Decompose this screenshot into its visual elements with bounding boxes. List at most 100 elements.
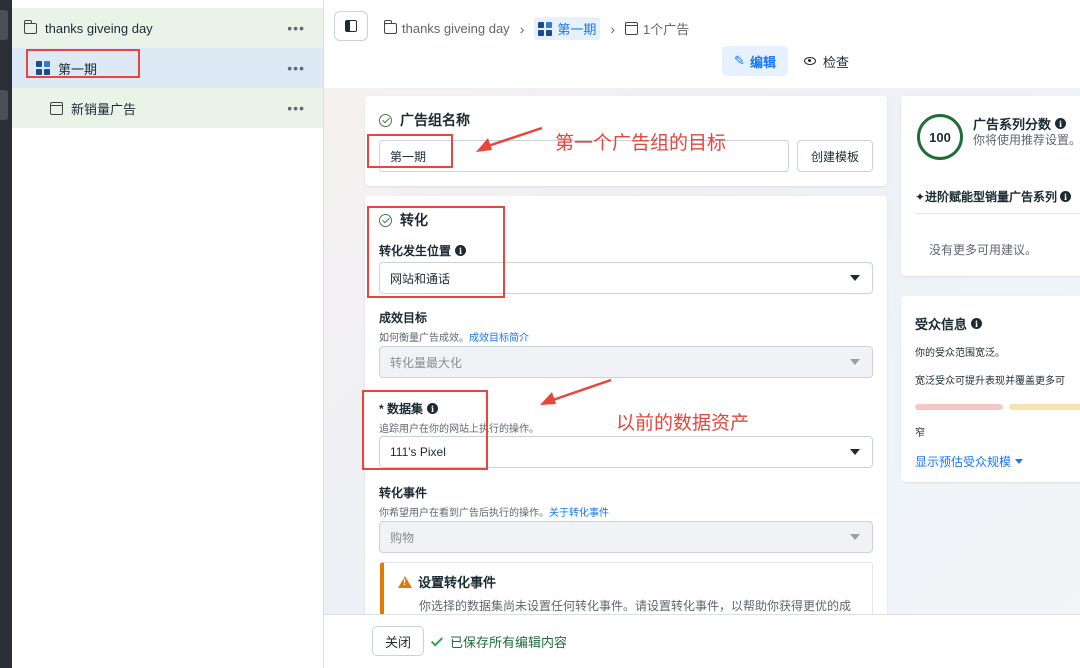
conversion-location-label: 转化发生位置 i bbox=[379, 242, 467, 259]
show-audience-size-link[interactable]: 显示预估受众规模 bbox=[915, 453, 1024, 470]
conversion-location-label-text: 转化发生位置 bbox=[379, 244, 452, 258]
audience-meter-narrow bbox=[915, 404, 1003, 410]
dataset-label-text: * 数据集 bbox=[379, 402, 424, 416]
breadcrumb-ad[interactable]: 1个广告 bbox=[625, 19, 689, 38]
warning-text: 你选择的数据集尚未设置任何转化事件。请设置转化事件，以帮助你获得更优的成 bbox=[419, 599, 852, 613]
conversion-event-label: 转化事件 bbox=[379, 486, 428, 500]
audience-narrow-label: 窄 bbox=[915, 428, 925, 439]
info-icon[interactable]: i bbox=[971, 318, 983, 329]
conversion-event-help-text: 你希望用户在看到广告后执行的操作。 bbox=[379, 508, 549, 519]
annotation-first-goal: 第一个广告组的目标 bbox=[555, 133, 727, 154]
check-circle-icon bbox=[379, 213, 392, 227]
conversion-event-warning: 设置转化事件 你选择的数据集尚未设置任何转化事件。请设置转化事件，以帮助你获得更… bbox=[380, 562, 873, 614]
top-bar: thanks giveing day › 第一期 › 1个广告 ✎ 编辑 检查 bbox=[324, 0, 1080, 88]
performance-goal-select: 转化量最大化 bbox=[379, 346, 873, 378]
more-options-icon[interactable]: ••• bbox=[287, 100, 305, 116]
rail-handle-top[interactable] bbox=[0, 10, 8, 40]
breadcrumb-campaign[interactable]: thanks giveing day bbox=[383, 20, 510, 36]
dropdown-caret-icon bbox=[850, 359, 860, 365]
score-ring: 100 bbox=[917, 114, 963, 160]
performance-goal-value: 转化量最大化 bbox=[390, 355, 463, 370]
campaign-label: thanks giveing day bbox=[45, 20, 153, 36]
performance-goal-link[interactable]: 成效目标简介 bbox=[469, 333, 529, 344]
conversion-event-value: 购物 bbox=[390, 530, 415, 545]
audience-card: 受众信息 i 你的受众范围宽泛。 宽泛受众可提升表现并覆盖更多可 窄 显示预估受… bbox=[901, 296, 1080, 482]
checkmark-icon bbox=[430, 633, 444, 647]
app-rail bbox=[0, 0, 12, 668]
show-audience-size-text: 显示预估受众规模 bbox=[915, 455, 1012, 469]
dataset-select[interactable]: 111's Pixel bbox=[379, 436, 873, 468]
audience-detail: 宽泛受众可提升表现并覆盖更多可 bbox=[915, 376, 1065, 387]
tree-item-adset[interactable]: 第一期 ••• bbox=[12, 48, 323, 88]
adset-name-value: 第一期 bbox=[390, 149, 427, 164]
conversion-location-value: 网站和通话 bbox=[390, 271, 451, 286]
conversion-event-select: 购物 bbox=[379, 521, 873, 553]
breadcrumb-adset[interactable]: 第一期 bbox=[534, 17, 601, 40]
grid-icon bbox=[36, 61, 50, 75]
info-icon[interactable]: i bbox=[1060, 191, 1072, 202]
advantage-plus-label: ✦进阶赋能型销量广告系列 i bbox=[915, 188, 1072, 205]
divider bbox=[915, 213, 1080, 214]
chevron-right-icon: › bbox=[519, 20, 525, 37]
review-mode-label: 检查 bbox=[823, 54, 850, 70]
conversion-event-help: 你希望用户在看到广告后执行的操作。关于转化事件 bbox=[379, 504, 609, 519]
dataset-value: 111's Pixel bbox=[390, 445, 446, 459]
more-options-icon[interactable]: ••• bbox=[287, 60, 305, 76]
edit-mode-label: 编辑 bbox=[749, 54, 776, 70]
conversion-title: 转化 bbox=[400, 212, 428, 228]
tree-item-ad[interactable]: 新销量广告 ••• bbox=[12, 88, 323, 128]
conversion-location-select[interactable]: 网站和通话 bbox=[379, 262, 873, 294]
info-icon[interactable]: i bbox=[455, 245, 467, 256]
tree-item-campaign[interactable]: thanks giveing day ••• bbox=[12, 8, 323, 48]
dropdown-caret-icon bbox=[850, 449, 860, 455]
create-template-button[interactable]: 创建模板 bbox=[797, 140, 873, 172]
adset-name-heading: 广告组名称 bbox=[379, 110, 470, 130]
sidebar-toggle-button[interactable] bbox=[334, 11, 368, 41]
audience-summary: 你的受众范围宽泛。 bbox=[915, 348, 1005, 359]
review-mode-button[interactable]: 检查 bbox=[804, 46, 849, 76]
campaign-score-card: 100 广告系列分数 i 你将使用推荐设置。 ✦进阶赋能型销量广告系列 i 没有… bbox=[901, 96, 1080, 276]
audience-title: 受众信息 i bbox=[915, 314, 983, 333]
performance-goal-help: 如何衡量广告成效。成效目标简介 bbox=[379, 329, 529, 344]
save-status-text: 已保存所有编辑内容 bbox=[450, 635, 568, 650]
performance-goal-help-text: 如何衡量广告成效。 bbox=[379, 333, 469, 344]
performance-goal-label: 成效目标 bbox=[379, 311, 428, 325]
chevron-down-icon bbox=[1015, 459, 1024, 464]
advantage-plus-text: ✦进阶赋能型销量广告系列 bbox=[915, 190, 1058, 204]
more-options-icon[interactable]: ••• bbox=[287, 20, 305, 36]
conversion-card: 转化 转化发生位置 i 网站和通话 成效目标 如何衡量广告成效。成效目标简介 转… bbox=[362, 196, 887, 614]
dropdown-caret-icon bbox=[850, 275, 860, 281]
ad-icon bbox=[50, 101, 63, 115]
warning-icon bbox=[398, 575, 412, 588]
warning-title: 设置转化事件 bbox=[418, 575, 497, 590]
conversion-event-link[interactable]: 关于转化事件 bbox=[549, 508, 609, 519]
score-subtitle: 你将使用推荐设置。 bbox=[973, 133, 1080, 147]
edit-mode-button[interactable]: ✎ 编辑 bbox=[722, 46, 788, 76]
rail-handle-bottom[interactable] bbox=[0, 90, 8, 120]
dropdown-caret-icon bbox=[850, 534, 860, 540]
chevron-right-icon: › bbox=[610, 20, 616, 37]
audience-meter-mid bbox=[1009, 404, 1080, 410]
folder-icon bbox=[23, 19, 37, 34]
dataset-label: * 数据集 i bbox=[379, 400, 439, 417]
adset-label: 第一期 bbox=[58, 61, 98, 77]
content-area: 广告组名称 第一期 创建模板 转化 转化发生位置 i 网站和通话 成效目标 如何… bbox=[324, 88, 1080, 614]
info-icon[interactable]: i bbox=[427, 403, 439, 414]
panel-icon bbox=[345, 20, 357, 32]
eye-icon bbox=[804, 57, 816, 65]
adset-name-title: 广告组名称 bbox=[400, 112, 470, 128]
dataset-help: 追踪用户在你的网站上执行的操作。 bbox=[379, 424, 539, 435]
audience-title-text: 受众信息 bbox=[915, 317, 968, 332]
editor-main: thanks giveing day › 第一期 › 1个广告 ✎ 编辑 检查 bbox=[324, 0, 1080, 668]
footer-bar: 关闭 已保存所有编辑内容 bbox=[324, 614, 1080, 668]
warning-heading: 设置转化事件 bbox=[398, 572, 496, 591]
annotation-previous-data: 以前的数据资产 bbox=[616, 413, 750, 434]
conversion-heading: 转化 bbox=[379, 210, 428, 230]
campaign-tree: thanks giveing day ••• 第一期 ••• 新销量广告 ••• bbox=[12, 0, 324, 668]
folder-icon bbox=[383, 20, 397, 34]
close-button[interactable]: 关闭 bbox=[372, 626, 424, 656]
save-status: 已保存所有编辑内容 bbox=[430, 632, 568, 651]
grid-icon bbox=[538, 21, 553, 36]
info-icon[interactable]: i bbox=[1055, 118, 1067, 129]
breadcrumb-ad-label: 1个广告 bbox=[643, 22, 690, 37]
